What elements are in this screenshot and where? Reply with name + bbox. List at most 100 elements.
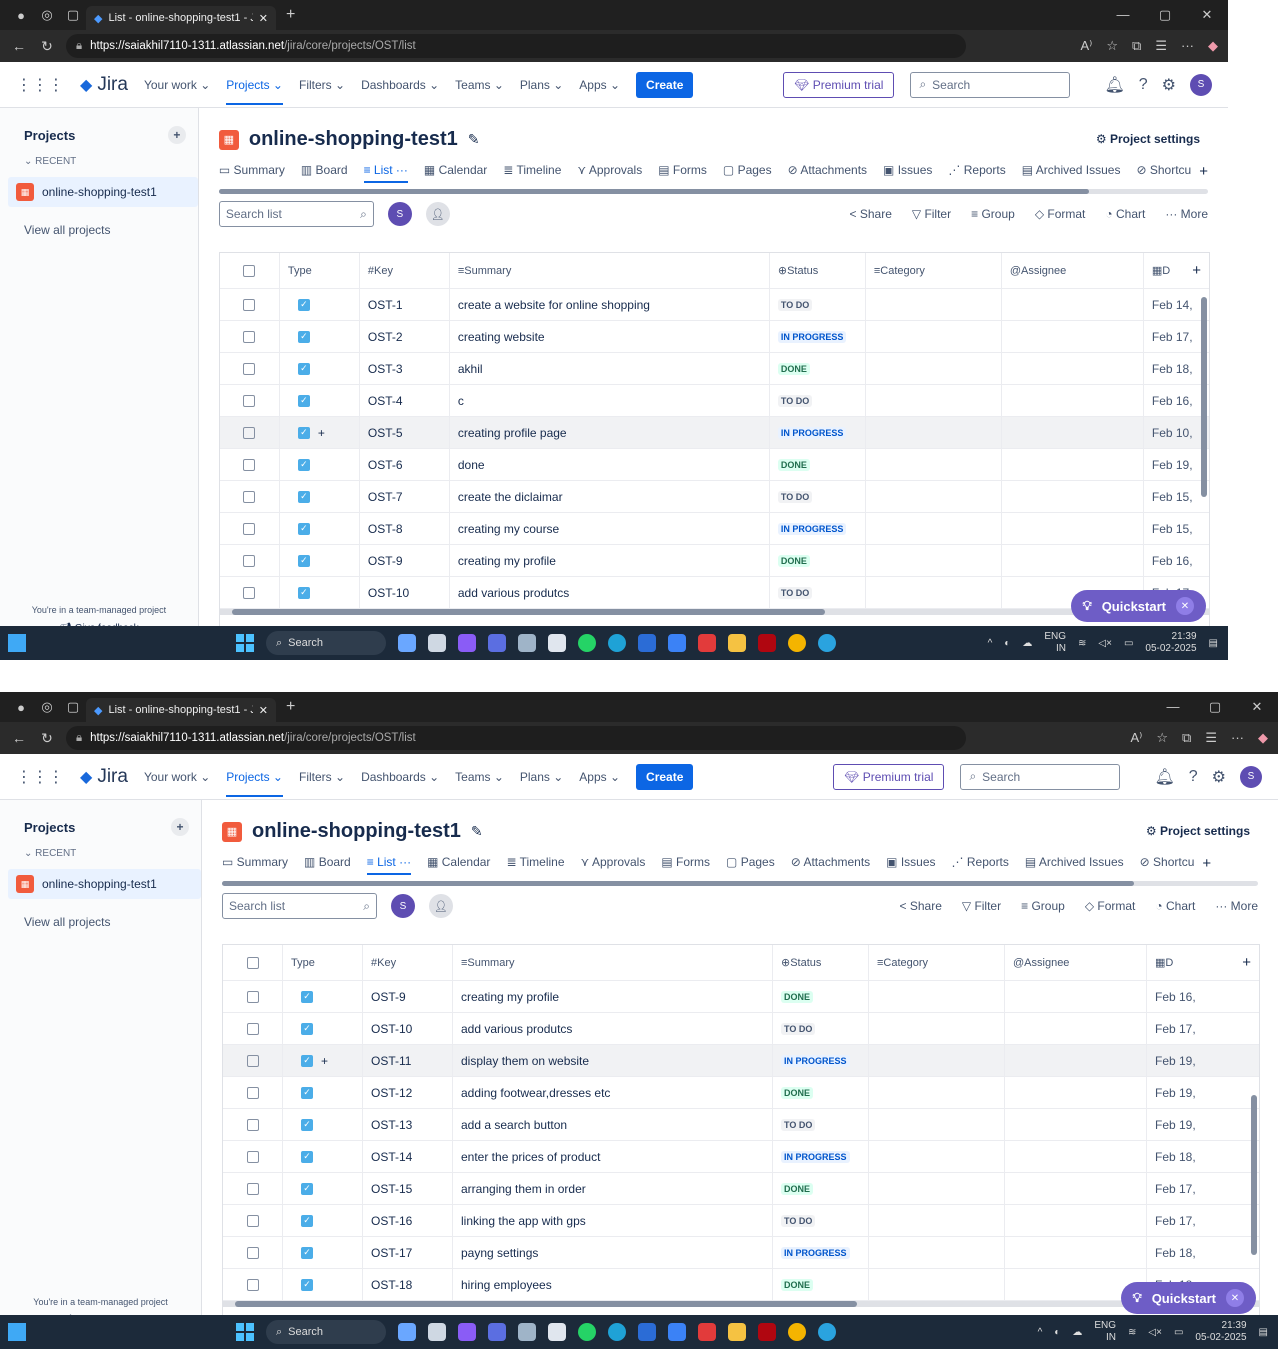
row-summary[interactable]: create the diclaimar (450, 481, 770, 512)
app-switcher-icon[interactable]: ⋮⋮⋮ (16, 767, 64, 787)
menu-your-work[interactable]: Your work ⌄ (144, 78, 210, 92)
favorites-list-icon[interactable]: ☰ (1205, 730, 1217, 746)
row-status[interactable]: DONE (770, 449, 866, 480)
row-key[interactable]: OST-3 (360, 353, 450, 384)
tab-shortcu[interactable]: ⊘ Shortcu (1140, 855, 1195, 875)
taskbar-app-l-icon[interactable] (638, 634, 656, 652)
row-summary[interactable]: creating my profile (450, 545, 770, 576)
close-quickstart-icon[interactable]: ✕ (1226, 1289, 1244, 1307)
tab-timeline[interactable]: ≣ Timeline (503, 163, 561, 183)
row-checkbox[interactable] (223, 1013, 283, 1044)
table-row[interactable]: ✓OST-10add various produtcsTO DOFeb 17, (219, 577, 1209, 609)
row-due-date[interactable]: Feb 17, (1147, 1205, 1259, 1236)
more-button[interactable]: ··· More (1215, 899, 1258, 913)
taskbar-chrome-icon[interactable] (788, 1323, 806, 1341)
group-button[interactable]: ≡ Group (971, 207, 1015, 221)
row-key[interactable]: OST-5 (360, 417, 450, 448)
row-status[interactable]: IN PROGRESS (770, 513, 866, 544)
tray-chevron-icon[interactable]: ^ (1038, 1327, 1043, 1338)
row-key[interactable]: OST-9 (363, 981, 453, 1012)
row-category[interactable] (869, 1045, 1005, 1076)
row-status[interactable]: TO DO (770, 385, 866, 416)
windows-start-icon[interactable] (236, 634, 254, 652)
create-button[interactable]: Create (636, 763, 694, 790)
project-edit-icon[interactable]: ✎ (471, 823, 483, 840)
row-assignee[interactable] (1005, 1205, 1147, 1236)
menu-filters[interactable]: Filters ⌄ (299, 770, 345, 784)
taskbar-app-4-icon[interactable] (488, 634, 506, 652)
tab-timeline[interactable]: ≣ Timeline (506, 855, 564, 875)
row-due-date[interactable]: Feb 19, (1147, 1045, 1259, 1076)
close-tab-icon[interactable]: ✕ (259, 704, 268, 717)
header-due-date[interactable]: ▦ D + (1144, 253, 1209, 288)
row-checkbox[interactable] (223, 1141, 283, 1172)
row-summary[interactable]: create a website for online shopping (450, 289, 770, 320)
row-assignee[interactable] (1005, 1237, 1147, 1268)
taskbar-settings-icon[interactable] (518, 634, 536, 652)
row-status[interactable]: IN PROGRESS (773, 1141, 869, 1172)
tab-board[interactable]: ▥ Board (301, 163, 348, 183)
table-row[interactable]: ✓ OST-4 c TO DO Feb 16, (219, 385, 1209, 417)
row-due-date[interactable]: Feb 19, (1144, 449, 1209, 480)
row-due-date[interactable]: Feb 16, (1147, 981, 1259, 1012)
row-assignee[interactable] (1002, 417, 1144, 448)
row-checkbox[interactable] (220, 353, 280, 384)
create-button[interactable]: Create (636, 71, 694, 98)
header-key[interactable]: # Key (360, 253, 450, 288)
row-category[interactable] (866, 449, 1002, 480)
row-status[interactable]: IN PROGRESS (773, 1045, 869, 1076)
row-summary[interactable]: creating my course (450, 513, 770, 544)
taskbar-search[interactable]: ⌕ Search (266, 1320, 386, 1344)
row-due-date[interactable]: Feb 17, (1144, 321, 1209, 352)
add-people-icon[interactable]: 👤︎ (429, 894, 453, 918)
widgets-icon[interactable] (8, 1323, 26, 1341)
header-assignee[interactable]: @ Assignee (1005, 945, 1147, 980)
header-category[interactable]: ≡ Category (869, 945, 1005, 980)
quickstart-button[interactable]: 💡︎ Quickstart ✕ (1070, 590, 1206, 622)
row-category[interactable] (869, 1237, 1005, 1268)
taskbar-netflix-icon[interactable] (758, 1323, 776, 1341)
row-category[interactable] (869, 1205, 1005, 1236)
table-row[interactable]: ✓ + OST-11 display them on website IN PROGRE… (223, 1045, 1259, 1077)
header-category[interactable]: ≡ Category (866, 253, 1002, 288)
taskbar-app-2-icon[interactable] (428, 1323, 446, 1341)
row-checkbox[interactable] (223, 1173, 283, 1204)
tab-summary[interactable]: ▭ Summary (219, 163, 285, 183)
row-summary[interactable]: akhil (450, 353, 770, 384)
row-assignee[interactable] (1005, 1013, 1147, 1044)
taskbar-app-5-icon[interactable] (668, 634, 686, 652)
row-summary[interactable]: creating profile page (450, 417, 770, 448)
row-checkbox[interactable] (220, 449, 280, 480)
row-key[interactable]: OST-15 (363, 1173, 453, 1204)
row-category[interactable] (866, 353, 1002, 384)
volume-icon[interactable]: ◁× (1098, 638, 1112, 649)
tab-actions-icon[interactable]: ▢ (60, 7, 86, 23)
table-scroll-thumb[interactable] (235, 1301, 857, 1307)
url-field[interactable]: 🔒︎ https://saiakhil7110-1311.atlassian.n… (66, 726, 966, 750)
row-due-date[interactable]: Feb 17, (1147, 1173, 1259, 1204)
tab-calendar[interactable]: ▦ Calendar (424, 163, 487, 183)
row-key[interactable]: OST-6 (360, 449, 450, 480)
row-key[interactable]: OST-16 (363, 1205, 453, 1236)
row-checkbox[interactable] (223, 981, 283, 1012)
tabs-scrollbar[interactable] (222, 881, 1258, 886)
row-summary[interactable]: creating my profile (453, 981, 773, 1012)
taskbar-app-l-icon[interactable] (638, 1323, 656, 1341)
row-checkbox[interactable] (220, 385, 280, 416)
row-assignee[interactable] (1002, 385, 1144, 416)
row-assignee[interactable] (1005, 1077, 1147, 1108)
table-row[interactable]: ✓ OST-15 arranging them in order DONE Feb 17… (223, 1173, 1259, 1205)
browser-tab[interactable]: ◆ List - online-shopping-test1 - Jira ✕ (86, 6, 276, 30)
row-checkbox[interactable] (223, 1237, 283, 1268)
row-status[interactable]: TO DO (770, 577, 866, 608)
format-button[interactable]: ◇ Format (1085, 899, 1136, 913)
taskbar-search[interactable]: ⌕ Search (266, 631, 386, 655)
global-search-input[interactable]: ⌕ Search (910, 71, 1071, 98)
row-category[interactable] (866, 289, 1002, 320)
taskbar-app-5-icon[interactable] (668, 1323, 686, 1341)
format-button[interactable]: ◇ Format (1035, 207, 1086, 221)
menu-plans[interactable]: Plans ⌄ (520, 78, 563, 92)
battery-icon[interactable]: ▭ (1174, 1327, 1183, 1338)
menu-teams[interactable]: Teams ⌄ (455, 770, 504, 784)
row-key[interactable]: OST-11 (363, 1045, 453, 1076)
